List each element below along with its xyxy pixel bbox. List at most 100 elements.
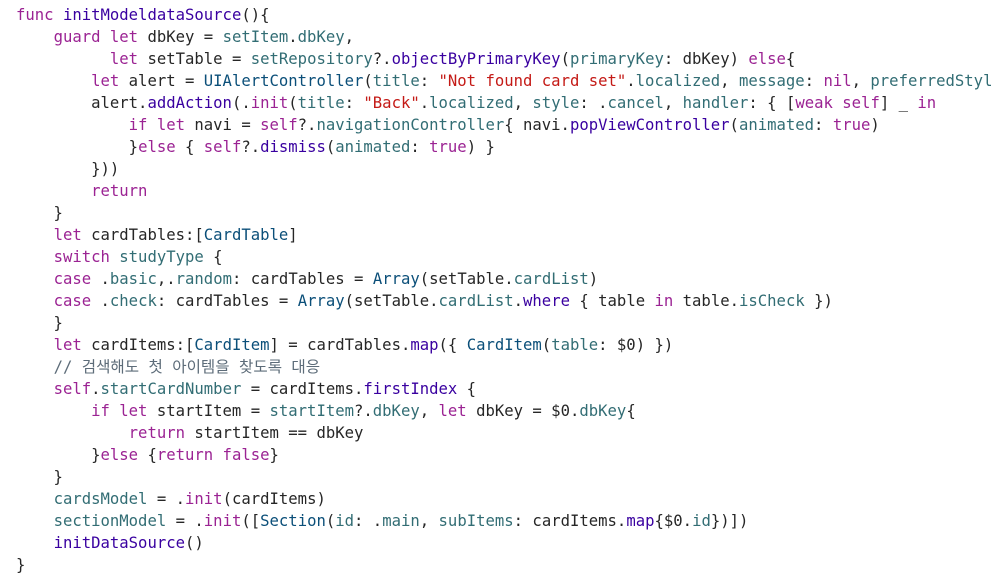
keyword-token: if let xyxy=(91,402,157,420)
property-token: cardList xyxy=(438,292,514,310)
type-token: CardTable xyxy=(203,226,289,244)
function-token: initModeldataSource xyxy=(62,6,242,24)
code-line[interactable]: let alert = UIAlertController(title: "No… xyxy=(16,70,992,92)
comment-token: // 검색해도 첫 아이템을 찾도록 대응 xyxy=(53,358,321,376)
property-token: style xyxy=(532,94,580,112)
code-token: })]) xyxy=(710,512,749,530)
code-token: : xyxy=(419,72,439,90)
type-token: Section xyxy=(260,512,326,530)
code-line[interactable]: let cardItems:[CardItem] = cardTables.ma… xyxy=(16,334,674,356)
function-token: initDataSource xyxy=(53,534,185,552)
string-token: "Back" xyxy=(363,94,420,112)
code-token: . xyxy=(626,72,636,90)
code-token: : xyxy=(804,72,824,90)
code-line[interactable]: } xyxy=(16,312,63,334)
code-token: . xyxy=(419,94,430,112)
code-token: alert. xyxy=(16,94,148,112)
code-token: ( xyxy=(560,50,570,68)
property-token: startCardNumber xyxy=(100,380,242,398)
property-token: cardsModel xyxy=(53,490,148,508)
keyword-token: nil xyxy=(823,72,852,90)
code-editor[interactable]: func initModeldataSource(){ guard let db… xyxy=(0,0,992,579)
code-line[interactable]: if let startItem = startItem?.dbKey, let… xyxy=(16,400,636,422)
code-token: ({ xyxy=(438,336,467,354)
keyword-token: init xyxy=(185,490,223,508)
code-line[interactable]: } xyxy=(16,554,25,576)
keyword-token: case xyxy=(53,292,101,310)
function-token: popViewController xyxy=(569,116,730,134)
code-token: ( xyxy=(729,116,739,134)
property-token: sectionModel xyxy=(53,512,167,530)
property-token: main xyxy=(382,512,420,530)
code-token: = . xyxy=(147,490,186,508)
code-token: ?. xyxy=(241,138,261,156)
code-line[interactable]: case .check: cardTables = Array(setTable… xyxy=(16,290,833,312)
function-token: map xyxy=(410,336,439,354)
code-token: dbKey = $0. xyxy=(476,402,580,420)
property-token: subItems xyxy=(438,512,514,530)
keyword-token: self xyxy=(260,116,298,134)
code-token: })) xyxy=(16,160,120,178)
code-token: : dbKey) xyxy=(663,50,749,68)
keyword-token: true xyxy=(429,138,467,156)
code-line[interactable]: let cardTables:[CardTable] xyxy=(16,224,298,246)
code-line[interactable]: initDataSource() xyxy=(16,532,204,554)
code-line[interactable]: alert.addAction(.init(title: "Back".loca… xyxy=(16,92,936,114)
keyword-token: else xyxy=(138,138,186,156)
code-token: = cardItems. xyxy=(241,380,364,398)
code-line[interactable]: cardsModel = .init(cardItems) xyxy=(16,488,326,510)
keyword-token: let xyxy=(109,50,148,68)
code-token: , xyxy=(851,72,871,90)
code-token: (setTable. xyxy=(344,292,439,310)
keyword-token: in xyxy=(654,292,683,310)
code-token: ,. xyxy=(156,270,176,288)
code-line[interactable]: return xyxy=(16,180,147,202)
code-line[interactable]: sectionModel = .init([Section(id: .main,… xyxy=(16,510,749,532)
code-token: { xyxy=(785,50,796,68)
code-token: { xyxy=(185,138,204,156)
code-line[interactable]: // 검색해도 첫 아이템을 찾도록 대응 xyxy=(16,356,321,378)
code-token: } xyxy=(269,446,279,464)
code-line[interactable]: })) xyxy=(16,158,119,180)
code-line[interactable]: let setTable = setRepository?.objectByPr… xyxy=(16,48,795,70)
code-line[interactable]: return startItem == dbKey xyxy=(16,422,364,444)
function-token: map xyxy=(626,512,655,530)
property-token: basic xyxy=(109,270,157,288)
property-token: setRepository xyxy=(250,50,373,68)
code-token: ?. xyxy=(354,402,373,420)
code-line[interactable]: self.startCardNumber = cardItems.firstIn… xyxy=(16,378,477,400)
keyword-token: let xyxy=(438,402,477,420)
code-token: ( xyxy=(541,336,552,354)
function-token: addAction xyxy=(147,94,232,112)
type-token: Array xyxy=(372,270,420,288)
code-token: . xyxy=(100,292,110,310)
code-token: ) } xyxy=(466,138,495,156)
code-line[interactable]: }else {return false} xyxy=(16,444,279,466)
code-token: () xyxy=(185,534,204,552)
keyword-token: case xyxy=(53,270,101,288)
code-token: (){ xyxy=(241,6,270,24)
code-line[interactable]: } xyxy=(16,202,63,224)
property-token: check xyxy=(109,292,157,310)
code-token: { xyxy=(626,402,636,420)
code-token: } xyxy=(16,204,63,222)
keyword-token: if let xyxy=(128,116,195,134)
code-line[interactable]: if let navi = self?.navigationController… xyxy=(16,114,880,136)
code-token: . xyxy=(513,292,524,310)
code-line[interactable]: switch studyType { xyxy=(16,246,223,268)
code-line[interactable]: }else { self?.dismiss(animated: true) } xyxy=(16,136,495,158)
code-token: = . xyxy=(166,512,204,530)
code-token: ( xyxy=(325,512,336,530)
code-token: { xyxy=(203,248,223,266)
code-line[interactable]: case .basic,.random: cardTables = Array(… xyxy=(16,268,599,290)
keyword-token: let xyxy=(91,72,129,90)
code-token: table. xyxy=(682,292,739,310)
code-line[interactable]: func initModeldataSource(){ xyxy=(16,4,270,26)
code-token: ] = cardTables. xyxy=(269,336,411,354)
code-line[interactable]: } xyxy=(16,466,63,488)
code-line[interactable]: guard let dbKey = setItem.dbKey, xyxy=(16,26,354,48)
keyword-token: let xyxy=(53,336,92,354)
property-token: random xyxy=(175,270,232,288)
